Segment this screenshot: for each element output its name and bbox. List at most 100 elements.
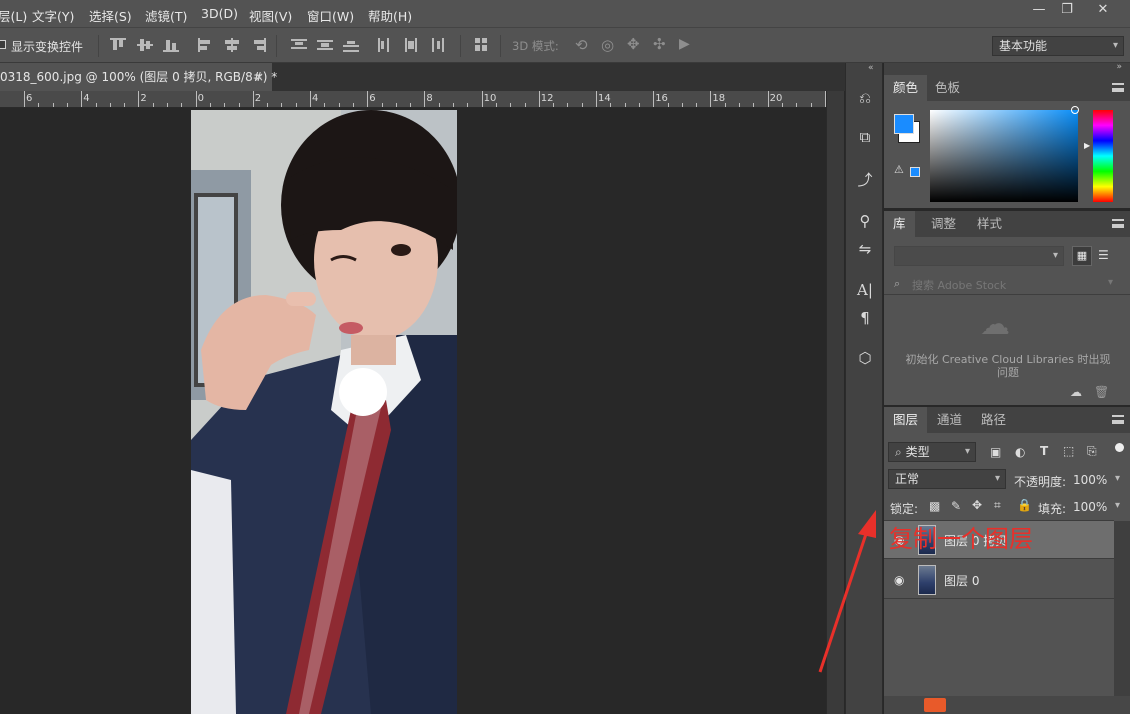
restore-button[interactable]: ❐ xyxy=(1050,0,1084,20)
menu-select[interactable]: 选择(S) xyxy=(89,6,132,25)
document-tab[interactable]: 0318_600.jpg @ 100% (图层 0 拷贝, RGB/8#) * … xyxy=(0,63,277,91)
tab-styles[interactable]: 样式 xyxy=(968,211,1011,237)
filter-toggle-icon[interactable] xyxy=(1115,443,1124,452)
list-view-icon[interactable]: ☰ xyxy=(1098,248,1109,262)
tab-libraries[interactable]: 库 xyxy=(884,211,915,237)
close-tab-icon[interactable]: × xyxy=(254,63,264,91)
distribute-top-icon[interactable] xyxy=(291,38,307,52)
layers-scrollbar[interactable] xyxy=(1114,521,1130,714)
grid-view-icon[interactable]: ▦ xyxy=(1072,246,1092,266)
adjustments-icon[interactable]: ⇋ xyxy=(855,239,875,259)
tab-adjustments[interactable]: 调整 xyxy=(922,211,965,237)
lock-image-icon[interactable]: ✎ xyxy=(951,499,961,513)
tab-channels[interactable]: 通道 xyxy=(928,407,971,433)
ruler-tick xyxy=(753,103,755,107)
collapse-panels-icon[interactable]: » xyxy=(1116,62,1122,72)
distribute-vcenter-icon[interactable] xyxy=(317,38,333,52)
distribute-bottom-icon[interactable] xyxy=(343,38,359,52)
panel-menu-icon[interactable] xyxy=(1112,219,1124,228)
ruler-tick xyxy=(524,103,526,107)
filter-smart-object-icon[interactable]: ⎘ xyxy=(1087,444,1097,459)
tab-color[interactable]: 颜色 xyxy=(884,75,928,101)
chevron-down-icon[interactable]: ▾ xyxy=(1115,473,1120,484)
character-icon[interactable]: A| xyxy=(855,280,875,300)
menu-view[interactable]: 视图(V) xyxy=(249,6,292,25)
show-transform-checkbox[interactable] xyxy=(0,40,6,49)
menu-layer[interactable]: 层(L) xyxy=(0,6,27,25)
lock-all-icon[interactable]: 🔒 xyxy=(1017,498,1032,512)
menu-type[interactable]: 文字(Y) xyxy=(32,6,74,25)
align-bottom-icon[interactable] xyxy=(163,38,179,52)
color-picker-marker[interactable] xyxy=(1071,106,1079,114)
lock-transparent-icon[interactable]: ▩ xyxy=(929,499,940,513)
paths-icon[interactable]: ⤴ xyxy=(855,170,875,190)
hue-slider[interactable] xyxy=(1093,110,1113,202)
visibility-eye-icon[interactable]: ◉ xyxy=(894,573,908,587)
color-panel: » 颜色 色板 ⚠ ▶ xyxy=(884,62,1130,208)
brush-presets-icon[interactable]: ⚲ xyxy=(855,211,875,231)
ruler-tick xyxy=(52,103,54,107)
gamut-warning-icon[interactable]: ⚠ xyxy=(894,163,904,176)
ruler-tick xyxy=(238,103,240,107)
3d-slide-icon[interactable]: ✣ xyxy=(653,35,666,53)
filter-type-icon[interactable]: T xyxy=(1040,444,1048,458)
library-init-message: 初始化 Creative Cloud Libraries 时出现问题 xyxy=(905,353,1111,379)
chevron-down-icon[interactable]: ▾ xyxy=(1115,500,1120,511)
filter-adjustment-icon[interactable]: ◐ xyxy=(1015,445,1025,459)
blend-mode-select[interactable]: 正常 ▾ xyxy=(888,469,1006,489)
align-left-icon[interactable] xyxy=(198,38,214,52)
3d-pan-icon[interactable]: ✥ xyxy=(627,35,640,53)
3d-properties-icon[interactable]: ⧉ xyxy=(855,127,875,147)
collapse-strip-icon[interactable]: « xyxy=(868,63,874,73)
align-top-icon[interactable] xyxy=(110,38,126,52)
workspace-select[interactable]: 基本功能 ▾ xyxy=(992,36,1124,56)
opacity-input[interactable]: 100% xyxy=(1073,473,1107,487)
panel-menu-icon[interactable] xyxy=(1112,83,1124,92)
distribute-right-icon[interactable] xyxy=(429,38,445,52)
history-icon[interactable]: ⎌ xyxy=(855,88,875,108)
align-vcenter-icon[interactable] xyxy=(137,38,153,52)
3d-cube-icon[interactable]: ⬡ xyxy=(855,348,875,368)
ruler-tick xyxy=(510,103,512,107)
distribute-hcenter-icon[interactable] xyxy=(403,38,419,52)
menu-window[interactable]: 窗口(W) xyxy=(307,6,354,25)
fill-input[interactable]: 100% xyxy=(1073,500,1107,514)
menu-help[interactable]: 帮助(H) xyxy=(368,6,412,25)
web-safe-swatch[interactable] xyxy=(910,167,920,177)
filter-pixel-icon[interactable]: ▣ xyxy=(990,445,1001,459)
menu-filter[interactable]: 滤镜(T) xyxy=(145,6,187,25)
3d-camera-icon[interactable]: ▶ xyxy=(679,36,690,52)
ruler-label: 2 xyxy=(140,93,147,104)
foreground-color-swatch[interactable] xyxy=(894,114,914,134)
filter-shape-icon[interactable]: ⬚ xyxy=(1063,444,1074,458)
tab-layers[interactable]: 图层 xyxy=(884,407,928,433)
chevron-down-icon[interactable]: ▾ xyxy=(1108,277,1113,288)
auto-align-icon[interactable] xyxy=(474,38,490,52)
ruler-label: 4 xyxy=(83,93,90,104)
tab-swatches[interactable]: 色板 xyxy=(926,75,969,101)
ruler-tick xyxy=(438,103,440,107)
distribute-left-icon[interactable] xyxy=(377,38,393,52)
close-window-button[interactable]: ✕ xyxy=(1086,0,1120,20)
cc-sync-icon[interactable]: ☁ xyxy=(1070,385,1082,399)
layer-filter-select[interactable]: ⌕ 类型 ▾ xyxy=(888,442,976,462)
panel-menu-icon[interactable] xyxy=(1112,415,1124,424)
3d-roll-icon[interactable]: ◎ xyxy=(601,36,614,54)
library-select[interactable]: ▾ xyxy=(894,246,1064,266)
tab-paths[interactable]: 路径 xyxy=(972,407,1015,433)
3d-orbit-icon[interactable]: ⟲ xyxy=(575,36,588,54)
document-image[interactable] xyxy=(191,110,457,714)
paragraph-icon[interactable]: ¶ xyxy=(855,308,875,328)
align-right-icon[interactable] xyxy=(250,38,266,52)
trash-icon[interactable]: 🗑 xyxy=(1094,385,1109,399)
stock-search-input[interactable]: 搜索 Adobe Stock xyxy=(912,277,1006,293)
align-hcenter-icon[interactable] xyxy=(224,38,240,52)
layer-row-layer-0[interactable]: ◉ 图层 0 xyxy=(884,561,1114,599)
hue-slider-marker-icon[interactable]: ▶ xyxy=(1084,141,1090,150)
lock-position-icon[interactable]: ✥ xyxy=(972,498,982,512)
color-field[interactable] xyxy=(930,110,1078,202)
menu-3d[interactable]: 3D(D) xyxy=(201,6,238,21)
lock-artboard-icon[interactable]: ⌗ xyxy=(994,498,1001,513)
ruler-label: 10 xyxy=(483,93,497,104)
separator xyxy=(276,35,277,57)
